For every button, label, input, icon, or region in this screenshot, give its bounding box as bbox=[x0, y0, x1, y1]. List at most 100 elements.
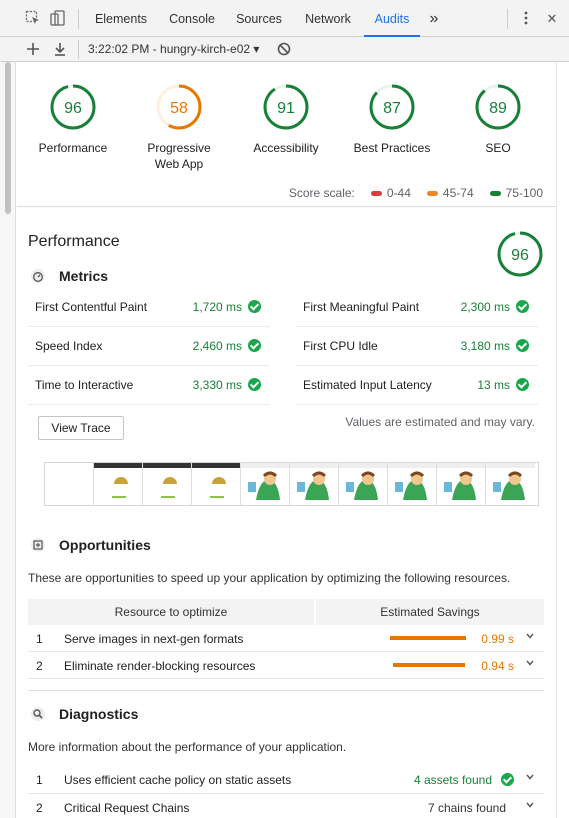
device-toolbar-icon[interactable] bbox=[50, 10, 66, 26]
opportunity-row[interactable]: 1 Serve images in next-gen formats 0.99 … bbox=[28, 625, 544, 652]
left-scroll-gutter bbox=[0, 62, 16, 818]
tab-console[interactable]: Console bbox=[160, 0, 224, 37]
download-icon[interactable] bbox=[52, 41, 68, 57]
gauge-label: SEO bbox=[485, 141, 511, 155]
view-trace-button[interactable]: View Trace bbox=[38, 416, 124, 440]
opportunities-description: These are opportunities to speed up your… bbox=[28, 571, 511, 585]
more-tabs-button[interactable]: » bbox=[424, 0, 444, 37]
plus-icon[interactable] bbox=[25, 41, 41, 57]
score-gauge-icon: 87 bbox=[369, 84, 415, 130]
metric-name: First CPU Idle bbox=[303, 339, 378, 353]
pass-check-icon bbox=[516, 300, 529, 313]
gauge-score: 58 bbox=[170, 100, 188, 117]
gauge-score: 96 bbox=[64, 100, 82, 117]
range-average: 45-74 bbox=[442, 186, 474, 200]
divider bbox=[28, 690, 544, 691]
diagnostics-description: More information about the performance o… bbox=[28, 740, 347, 754]
chevron-down-icon[interactable] bbox=[526, 801, 534, 809]
opportunity-icon bbox=[31, 538, 45, 552]
metric-estimated-input-latency: Estimated Input Latency 13 ms bbox=[296, 366, 538, 405]
diagnostic-row[interactable]: 2 Critical Request Chains 7 chains found bbox=[28, 794, 544, 818]
timer-icon bbox=[31, 269, 45, 283]
row-number: 2 bbox=[36, 801, 43, 815]
row-number: 1 bbox=[36, 632, 43, 646]
metric-name: Estimated Input Latency bbox=[303, 378, 432, 392]
score-gauge-icon: 91 bbox=[263, 84, 309, 130]
metric-speed-index: Speed Index 2,460 ms bbox=[28, 327, 270, 366]
pass-check-icon bbox=[248, 378, 261, 391]
filmstrip-frame-loaded bbox=[339, 463, 388, 505]
col-resource: Resource to optimize bbox=[114, 605, 228, 619]
pass-swatch bbox=[489, 190, 501, 196]
metric-first-cpu-idle: First CPU Idle 3,180 ms bbox=[296, 327, 538, 366]
pass-check-icon bbox=[516, 378, 529, 391]
gauge-label: Accessibility bbox=[253, 141, 319, 155]
opportunities-table-header: Resource to optimize Estimated Savings bbox=[28, 599, 544, 625]
filmstrip-frame-blank bbox=[45, 463, 94, 505]
score-gauge-icon: 96 bbox=[50, 84, 96, 130]
tab-elements[interactable]: Elements bbox=[87, 0, 155, 37]
search-icon bbox=[31, 707, 45, 721]
metric-name: Time to Interactive bbox=[35, 378, 134, 392]
col-savings: Estimated Savings bbox=[380, 605, 480, 619]
score-gauge-icon: 89 bbox=[475, 84, 521, 130]
audits-toolbar: 3:22:02 PM - hungry-kirch-e02 ▾ bbox=[0, 37, 569, 62]
metric-time-to-interactive: Time to Interactive 3,330 ms bbox=[28, 366, 270, 405]
tab-audits[interactable]: Audits bbox=[364, 0, 420, 37]
average-swatch bbox=[426, 190, 438, 196]
devtools-tab-bar: Elements Console Sources Network Audits … bbox=[0, 0, 569, 37]
gauge-performance[interactable]: 96 Performance bbox=[20, 83, 126, 156]
estimate-note: Values are estimated and may vary. bbox=[345, 415, 535, 429]
scrollbar-thumb[interactable] bbox=[5, 62, 11, 214]
gauge-seo[interactable]: 89 SEO bbox=[445, 83, 551, 156]
report-selector[interactable]: 3:22:02 PM - hungry-kirch-e02 ▾ bbox=[88, 37, 259, 62]
gauge-score: 87 bbox=[383, 100, 401, 117]
tab-network[interactable]: Network bbox=[297, 0, 359, 37]
gauge-best-practices[interactable]: 87 Best Practices bbox=[339, 83, 445, 156]
gauge-label: Progressive Web App bbox=[147, 141, 211, 171]
metric-first-contentful-paint: First Contentful Paint 1,720 ms bbox=[28, 288, 270, 327]
chevron-down-icon[interactable] bbox=[526, 632, 534, 640]
close-devtools-button[interactable]: ✕ bbox=[542, 0, 562, 37]
inspect-element-icon[interactable] bbox=[25, 10, 41, 26]
row-title: Uses efficient cache policy on static as… bbox=[64, 773, 292, 787]
chevron-down-icon[interactable] bbox=[526, 659, 534, 667]
metric-value: 1,720 ms bbox=[192, 300, 242, 314]
toolbar-divider bbox=[78, 40, 79, 59]
score-scale-legend: Score scale: 0-44 45-74 75-100 bbox=[289, 186, 543, 200]
pass-check-icon bbox=[516, 339, 529, 352]
toolbar-divider bbox=[507, 9, 508, 29]
filmstrip-frame-loaded bbox=[290, 463, 339, 505]
score-scale-label: Score scale: bbox=[288, 186, 355, 200]
clear-icon[interactable] bbox=[276, 41, 292, 57]
gauge-label: Best Practices bbox=[353, 141, 431, 155]
gauge-accessibility[interactable]: 91 Accessibility bbox=[233, 83, 339, 156]
metric-first-meaningful-paint: First Meaningful Paint 2,300 ms bbox=[296, 288, 538, 327]
savings-bar bbox=[393, 663, 465, 667]
performance-heading: Performance bbox=[28, 233, 120, 250]
filmstrip-frame-loading bbox=[192, 463, 241, 505]
row-detail: 7 chains found bbox=[427, 801, 506, 815]
diagnostic-row[interactable]: 1 Uses efficient cache policy on static … bbox=[28, 766, 544, 794]
gauge-score: 89 bbox=[489, 100, 507, 117]
filmstrip-frame-loading bbox=[94, 463, 143, 505]
metric-value: 13 ms bbox=[477, 378, 510, 392]
fail-swatch bbox=[370, 190, 382, 196]
filmstrip-frame-loaded bbox=[241, 463, 290, 505]
metric-name: First Contentful Paint bbox=[35, 300, 148, 314]
savings-bar bbox=[390, 636, 466, 640]
opportunities-heading: Opportunities bbox=[59, 537, 151, 553]
metric-value: 2,300 ms bbox=[460, 300, 510, 314]
chevron-down-icon[interactable] bbox=[526, 773, 534, 781]
gauge-label: Performance bbox=[38, 141, 108, 155]
score-gauge-icon: 58 bbox=[156, 84, 202, 130]
filmstrip-frame-loading bbox=[143, 463, 192, 505]
filmstrip-frame-loaded bbox=[388, 463, 437, 505]
gauge-pwa[interactable]: 58 Progressive Web App bbox=[126, 83, 232, 172]
vertical-dots-icon[interactable] bbox=[518, 10, 534, 26]
metrics-heading: Metrics bbox=[59, 268, 109, 284]
tab-sources[interactable]: Sources bbox=[229, 0, 289, 37]
opportunity-row[interactable]: 2 Eliminate render-blocking resources 0.… bbox=[28, 652, 544, 679]
metric-value: 3,330 ms bbox=[192, 378, 242, 392]
filmstrip-frame-loaded bbox=[437, 463, 486, 505]
